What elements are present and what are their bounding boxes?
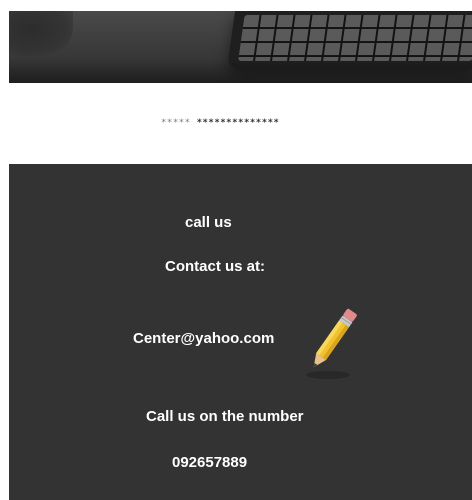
masked-text-light: *****	[161, 118, 191, 128]
call-number-label: Call us on the number	[146, 408, 304, 425]
call-us-heading: call us	[185, 214, 232, 231]
masked-text: ***** **************	[161, 118, 279, 128]
masked-text-dark: **************	[196, 118, 280, 128]
keyboard-keys	[238, 15, 472, 61]
masked-text-band: ***** **************	[9, 83, 472, 164]
hero-shade	[9, 59, 472, 83]
contact-page: ***** ************** call us Contact us a…	[9, 11, 472, 500]
contact-section: call us Contact us at: Center@yahoo.com	[9, 164, 472, 500]
hero-banner-image	[9, 11, 472, 83]
phone-number[interactable]: 092657889	[172, 454, 247, 471]
email-link[interactable]: Center@yahoo.com	[133, 330, 274, 347]
contact-us-at-label: Contact us at:	[165, 258, 266, 275]
pencil-icon	[302, 301, 362, 381]
hero-blurred-object	[9, 11, 73, 57]
